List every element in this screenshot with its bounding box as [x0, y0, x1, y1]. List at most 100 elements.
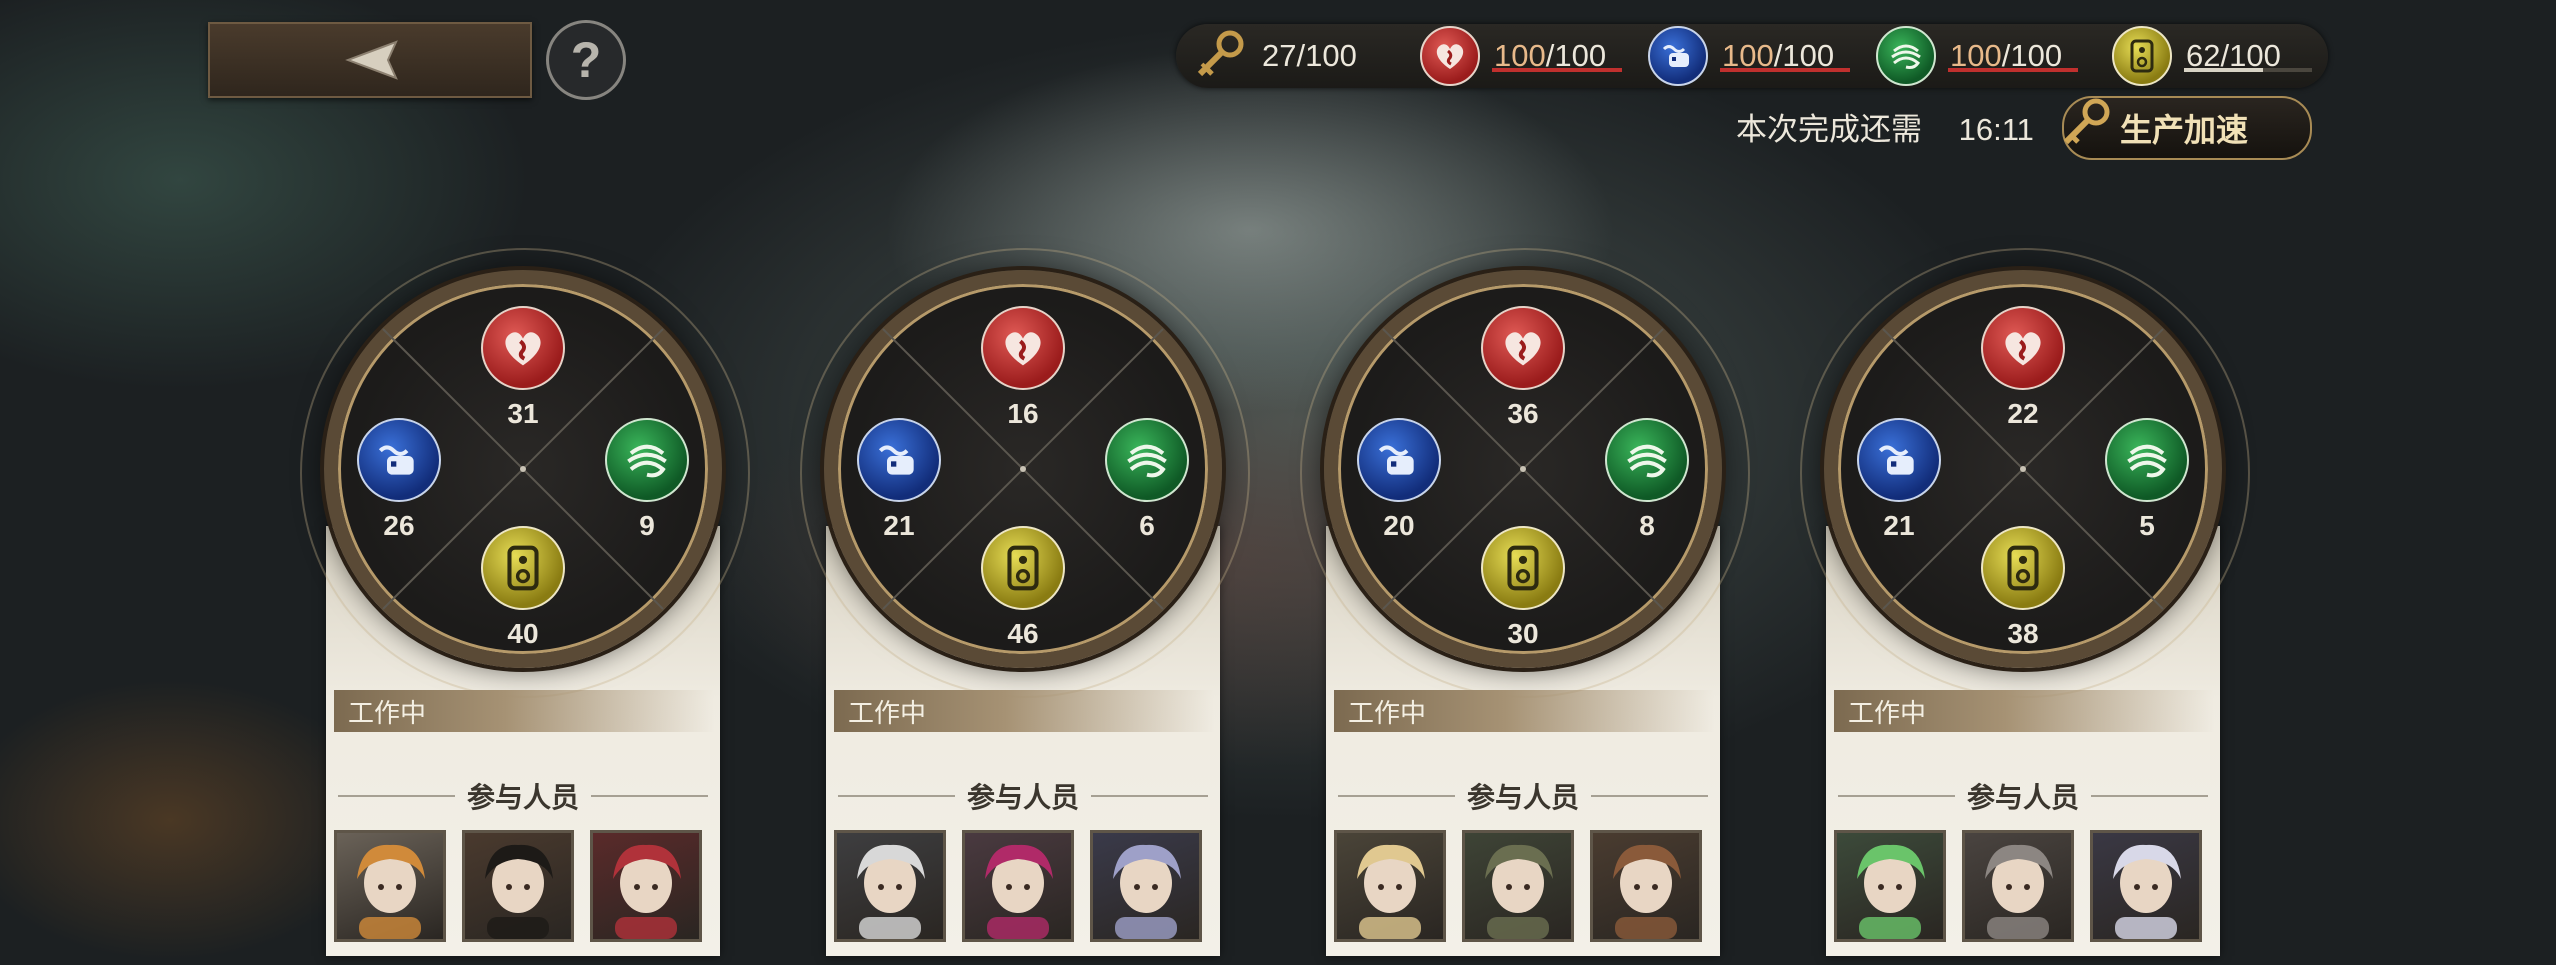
participant-list — [1334, 830, 1702, 942]
stat-top: 31 — [478, 306, 568, 430]
avatar — [1985, 844, 2053, 939]
status-banner: 工作中 — [1834, 690, 2214, 732]
divider — [2091, 795, 2209, 797]
swirl-cloud-icon — [605, 418, 689, 502]
stat-top: 16 — [978, 306, 1068, 430]
speed-up-label: 生产加速 — [2120, 111, 2249, 149]
avatar — [1613, 844, 1681, 939]
divider — [591, 795, 709, 797]
stat-dial: 16 21 6 46 — [824, 270, 1222, 668]
participant-avatar[interactable] — [2090, 830, 2202, 942]
fist-wave-icon — [857, 418, 941, 502]
fist-wave-icon — [1857, 418, 1941, 502]
green-bar — [1948, 68, 2078, 72]
key-count: 27/100 — [1262, 38, 1357, 73]
stat-top-value: 22 — [2007, 398, 2039, 429]
stat-bottom-value: 30 — [1507, 618, 1539, 649]
avatar — [1113, 844, 1181, 939]
blue-bar — [1720, 68, 1850, 72]
participant-avatar[interactable] — [834, 830, 946, 942]
back-arrow-icon — [345, 40, 398, 80]
help-icon: ? — [570, 32, 602, 88]
red-bar — [1492, 68, 1622, 72]
heart-flame-icon — [981, 306, 1065, 390]
participant-avatar[interactable] — [462, 830, 574, 942]
fist-wave-icon — [1648, 26, 1708, 86]
stat-left-value: 20 — [1383, 510, 1415, 541]
back-button[interactable] — [208, 22, 532, 98]
station-card-3[interactable]: 36 20 8 30 工作中 参与人员 — [1300, 248, 1750, 956]
participants-header: 参与人员 — [826, 776, 1220, 816]
participant-avatar[interactable] — [962, 830, 1074, 942]
participants-label: 参与人员 — [1967, 782, 2080, 813]
resource-red: 100/100 — [1420, 24, 1622, 88]
stat-left-value: 21 — [883, 510, 915, 541]
resource-bar: 27/100 100/100 100/100 100/100 62/100 — [1176, 24, 2328, 88]
participants-label: 参与人员 — [967, 782, 1080, 813]
fist-wave-icon — [1357, 418, 1441, 502]
participants-label: 参与人员 — [1467, 782, 1580, 813]
stat-top-value: 31 — [507, 398, 539, 429]
stat-top-value: 16 — [1007, 398, 1039, 429]
station-card-4[interactable]: 22 21 5 38 工作中 参与人员 — [1800, 248, 2250, 956]
stat-bottom-value: 40 — [507, 618, 539, 649]
participant-avatar[interactable] — [1462, 830, 1574, 942]
remaining-label: 本次完成还需 — [1736, 112, 1922, 147]
heart-flame-icon — [1420, 26, 1480, 86]
participants-header: 参与人员 — [1326, 776, 1720, 816]
participants-header: 参与人员 — [326, 776, 720, 816]
divider — [1091, 795, 1209, 797]
station-card-1[interactable]: 31 26 9 40 工作中 参与人员 — [300, 248, 750, 956]
divider — [1338, 795, 1455, 797]
stat-top-value: 36 — [1507, 398, 1539, 429]
speed-up-button[interactable]: 生产加速 — [2062, 96, 2312, 160]
resource-yellow: 62/100 — [2112, 24, 2312, 88]
divider — [1591, 795, 1709, 797]
stat-dial: 22 21 5 38 — [1824, 270, 2222, 668]
stat-left-value: 26 — [383, 510, 415, 541]
totem-icon — [1481, 526, 1565, 610]
stat-right-value: 9 — [639, 510, 655, 541]
participant-avatar[interactable] — [1590, 830, 1702, 942]
participant-avatar[interactable] — [1334, 830, 1446, 942]
station-card-2[interactable]: 16 21 6 46 工作中 参与人员 — [800, 248, 1250, 956]
heart-flame-icon — [1481, 306, 1565, 390]
status-label: 工作中 — [348, 697, 427, 728]
status-label: 工作中 — [1348, 697, 1427, 728]
help-button[interactable]: ? — [546, 20, 626, 100]
heart-flame-icon — [481, 306, 565, 390]
status-banner: 工作中 — [334, 690, 714, 732]
stat-right-value: 8 — [1639, 510, 1655, 541]
stat-left: 26 — [354, 418, 444, 542]
totem-icon — [2112, 26, 2172, 86]
stat-dial: 31 26 9 40 — [324, 270, 722, 668]
avatar — [1485, 844, 1553, 939]
participant-avatar[interactable] — [1834, 830, 1946, 942]
stat-bottom: 38 — [1978, 526, 2068, 650]
participant-list — [1834, 830, 2202, 942]
stat-bottom: 30 — [1478, 526, 1568, 650]
stat-bottom-value: 38 — [2007, 618, 2039, 649]
participant-avatar[interactable] — [590, 830, 702, 942]
swirl-cloud-icon — [1105, 418, 1189, 502]
remaining-time: 本次完成还需 16:11 — [1736, 104, 2034, 149]
yellow-bar-track — [2184, 68, 2312, 72]
participant-list — [834, 830, 1202, 942]
divider — [1838, 795, 1955, 797]
stat-bottom: 46 — [978, 526, 1068, 650]
key-icon — [1197, 30, 1244, 77]
avatar — [1857, 844, 1925, 939]
participant-avatar[interactable] — [334, 830, 446, 942]
participant-avatar[interactable] — [1962, 830, 2074, 942]
avatar — [1357, 844, 1425, 939]
resource-blue: 100/100 — [1648, 24, 1850, 88]
participants-label: 参与人员 — [467, 782, 580, 813]
avatar — [857, 844, 925, 939]
stat-left-value: 21 — [1883, 510, 1915, 541]
stat-right-value: 5 — [2139, 510, 2155, 541]
participants-header: 参与人员 — [1826, 776, 2220, 816]
stat-bottom-value: 46 — [1007, 618, 1039, 649]
avatar — [985, 844, 1053, 939]
status-banner: 工作中 — [834, 690, 1214, 732]
participant-avatar[interactable] — [1090, 830, 1202, 942]
